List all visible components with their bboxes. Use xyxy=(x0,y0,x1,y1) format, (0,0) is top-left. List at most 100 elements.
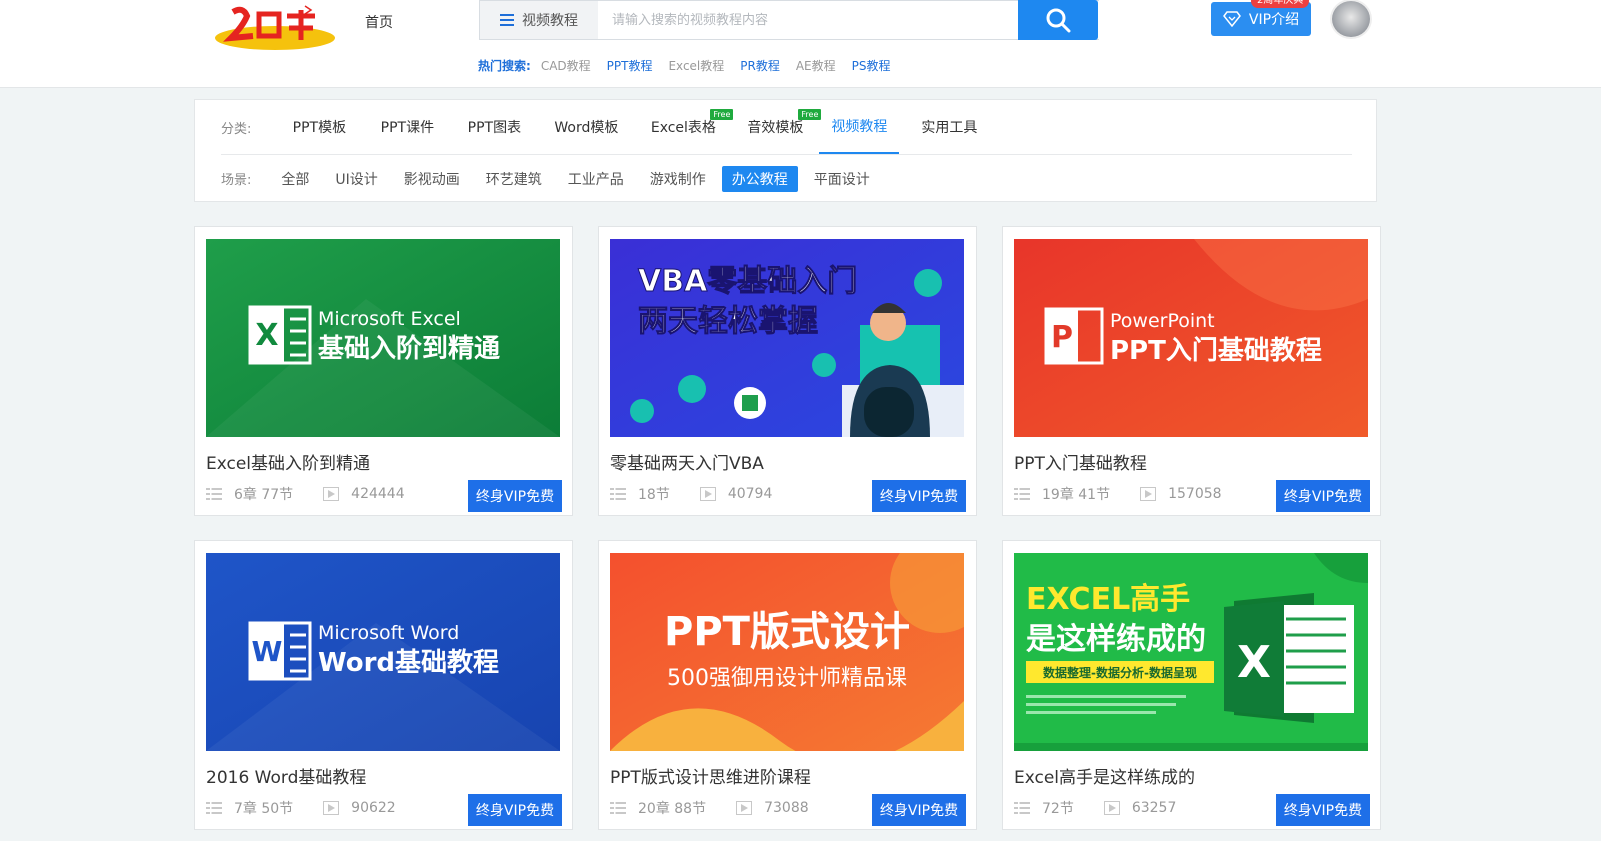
filter-panel: 分类: PPT模板 PPT课件 PPT图表 Word模板 Excel表格 Free… xyxy=(194,99,1377,202)
view-count: 73088 xyxy=(764,800,809,816)
site-logo[interactable] xyxy=(213,4,337,52)
course-thumbnail[interactable]: PPT版式设计 500强御用设计师精品课 xyxy=(610,553,964,751)
course-meta: 19章 41节 157058 xyxy=(1014,484,1222,504)
vip-free-button[interactable]: 终身VIP免费 xyxy=(1276,480,1370,512)
course-card[interactable]: EXCEL高手 是这样练成的 数据整理-数据分析-数据呈现 X Excel高手是… xyxy=(1002,540,1381,830)
category-video-tutorial[interactable]: 视频教程 xyxy=(819,100,900,154)
list-icon xyxy=(610,487,626,501)
chapter-count: 19章 41节 xyxy=(1042,487,1111,503)
play-icon xyxy=(736,801,753,815)
course-meta: 6章 77节 424444 xyxy=(206,484,405,504)
scene-row: 场景: 全部 UI设计 影视动画 环艺建筑 工业产品 游戏制作 办公教程 平面设… xyxy=(221,154,1352,202)
list-icon xyxy=(1014,487,1030,501)
list-icon xyxy=(610,801,626,815)
hot-search-cad[interactable]: CAD教程 xyxy=(541,57,591,74)
category-row: 分类: PPT模板 PPT课件 PPT图表 Word模板 Excel表格 Free… xyxy=(221,100,999,154)
course-card[interactable]: W Microsoft Word Word基础教程 2016 Word基础教程 … xyxy=(194,540,573,830)
category-word-template[interactable]: Word模板 xyxy=(537,100,635,154)
course-thumbnail[interactable]: P PowerPoint PPT入门基础教程 xyxy=(1014,239,1368,437)
course-meta: 7章 50节 90622 xyxy=(206,798,396,818)
search-box: 视频教程 xyxy=(479,0,1099,40)
thumb-letter: X xyxy=(255,318,278,353)
course-card[interactable]: VBA零基础入门 两天轻松掌握 零基础两天入门VBA 18节 40794 终身V… xyxy=(598,226,977,516)
list-icon xyxy=(206,801,222,815)
thumb-line2: 500强御用设计师精品课 xyxy=(667,666,907,691)
category-ppt-courseware[interactable]: PPT课件 xyxy=(363,100,451,154)
thumb-line3: 数据整理-数据分析-数据呈现 xyxy=(1043,665,1197,680)
hot-search-excel[interactable]: Excel教程 xyxy=(668,57,724,74)
hot-search-label: 热门搜索: xyxy=(478,59,531,73)
course-meta: 72节 63257 xyxy=(1014,798,1176,818)
course-title[interactable]: PPT入门基础教程 xyxy=(1014,449,1147,474)
thumb-line1: PPT版式设计 xyxy=(664,609,910,655)
search-category-label: 视频教程 xyxy=(522,13,578,29)
vip-free-button[interactable]: 终身VIP免费 xyxy=(872,794,966,826)
scene-architecture[interactable]: 环艺建筑 xyxy=(476,166,552,192)
course-card[interactable]: PPT版式设计 500强御用设计师精品课 PPT版式设计思维进阶课程 20章 8… xyxy=(598,540,977,830)
hot-search: 热门搜索: CAD教程 PPT教程 Excel教程 PR教程 AE教程 PS教程 xyxy=(478,57,891,74)
course-thumbnail[interactable]: EXCEL高手 是这样练成的 数据整理-数据分析-数据呈现 X xyxy=(1014,553,1368,751)
course-meta: 20章 88节 73088 xyxy=(610,798,809,818)
thumb-line1: Microsoft Excel xyxy=(318,308,461,330)
thumb-line1: PowerPoint xyxy=(1110,310,1215,332)
scene-film-animation[interactable]: 影视动画 xyxy=(394,166,470,192)
vip-free-button[interactable]: 终身VIP免费 xyxy=(872,480,966,512)
hot-search-pr[interactable]: PR教程 xyxy=(740,57,780,74)
scene-industrial[interactable]: 工业产品 xyxy=(558,166,634,192)
course-card[interactable]: X Microsoft Excel 基础入阶到精通 Excel基础入阶到精通 6… xyxy=(194,226,573,516)
category-label-text: PPT模板 xyxy=(292,120,347,136)
thumb-line2: 两天轻松掌握 xyxy=(638,304,818,339)
scene-game-dev[interactable]: 游戏制作 xyxy=(640,166,716,192)
chapter-count: 6章 77节 xyxy=(234,487,294,503)
search-button[interactable] xyxy=(1018,0,1098,40)
top-header: 首页 视频教程 热门搜索: CAD教程 PPT教程 Excel教程 PR教程 A… xyxy=(0,0,1601,88)
thumb-line1: Microsoft Word xyxy=(318,622,459,644)
category-ppt-template[interactable]: PPT模板 xyxy=(275,100,363,154)
vip-free-button[interactable]: 终身VIP免费 xyxy=(468,480,562,512)
course-thumbnail[interactable]: X Microsoft Excel 基础入阶到精通 xyxy=(206,239,560,437)
thumb-line2: 是这样练成的 xyxy=(1026,622,1206,657)
category-sound-template[interactable]: 音效模板 Free xyxy=(731,100,822,154)
thumb-line2: Word基础教程 xyxy=(318,648,499,678)
view-count: 40794 xyxy=(727,486,773,502)
menu-icon xyxy=(500,14,514,26)
course-title[interactable]: Excel基础入阶到精通 xyxy=(206,449,370,474)
vip-free-button[interactable]: 终身VIP免费 xyxy=(1276,794,1370,826)
hot-search-ppt[interactable]: PPT教程 xyxy=(607,57,653,74)
category-label-text: 音效模板 xyxy=(747,120,804,136)
scene-ui-design[interactable]: UI设计 xyxy=(325,166,387,192)
play-icon xyxy=(323,487,340,501)
scene-all[interactable]: 全部 xyxy=(271,166,319,192)
course-title[interactable]: PPT版式设计思维进阶课程 xyxy=(610,763,811,788)
thumb-line2: PPT入门基础教程 xyxy=(1110,336,1322,366)
search-icon xyxy=(1046,8,1071,33)
course-thumbnail[interactable]: W Microsoft Word Word基础教程 xyxy=(206,553,560,751)
scene-office[interactable]: 办公教程 xyxy=(721,165,798,192)
hot-search-ae[interactable]: AE教程 xyxy=(796,57,836,74)
search-category-select[interactable]: 视频教程 xyxy=(480,1,598,39)
play-icon xyxy=(1140,487,1157,501)
category-label-text: PPT图表 xyxy=(467,120,522,136)
category-tools[interactable]: 实用工具 xyxy=(899,100,999,154)
view-count: 63257 xyxy=(1131,800,1177,816)
course-card[interactable]: P PowerPoint PPT入门基础教程 PPT入门基础教程 19章 41节… xyxy=(1002,226,1381,516)
scene-graphic-design[interactable]: 平面设计 xyxy=(804,166,880,192)
chapter-count: 7章 50节 xyxy=(234,801,294,817)
course-thumbnail[interactable]: VBA零基础入门 两天轻松掌握 xyxy=(610,239,964,437)
category-label-text: Word模板 xyxy=(554,120,619,136)
user-avatar[interactable] xyxy=(1330,0,1372,39)
category-label-text: Excel表格 xyxy=(650,120,716,136)
course-title[interactable]: Excel高手是这样练成的 xyxy=(1014,763,1195,788)
category-label-text: 视频教程 xyxy=(831,119,888,135)
thumb-letter: P xyxy=(1051,320,1073,355)
nav-home-link[interactable]: 首页 xyxy=(365,12,393,32)
hot-search-ps[interactable]: PS教程 xyxy=(852,57,891,74)
course-title[interactable]: 零基础两天入门VBA xyxy=(610,449,764,474)
chapter-count: 72节 xyxy=(1042,801,1074,817)
play-icon xyxy=(1103,801,1120,815)
category-ppt-chart[interactable]: PPT图表 xyxy=(451,100,537,154)
category-excel-sheet[interactable]: Excel表格 Free xyxy=(635,100,734,154)
thumb-letter: W xyxy=(252,635,283,668)
vip-free-button[interactable]: 终身VIP免费 xyxy=(468,794,562,826)
course-title[interactable]: 2016 Word基础教程 xyxy=(206,763,366,788)
